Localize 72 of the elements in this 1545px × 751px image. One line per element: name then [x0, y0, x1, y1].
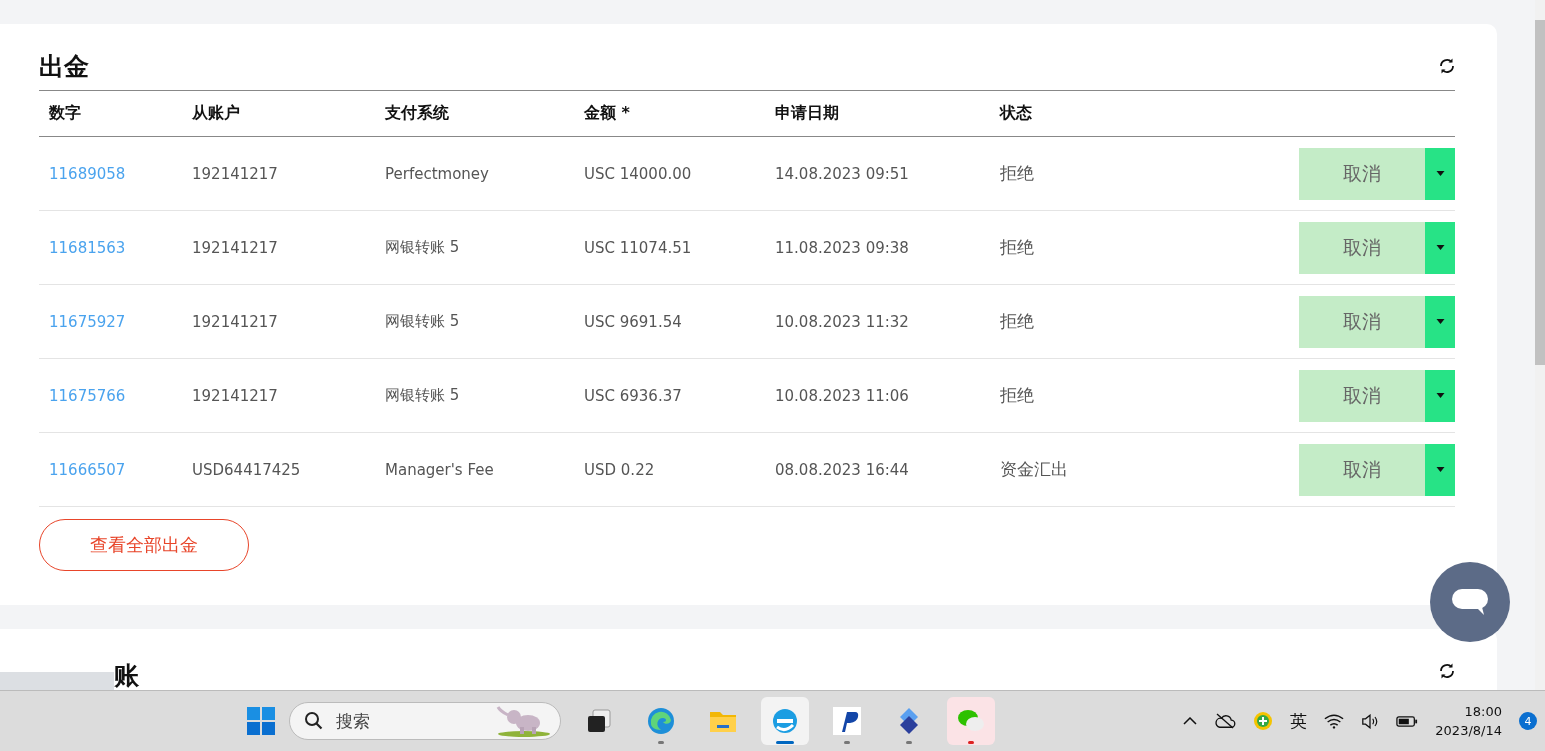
speaker-icon[interactable] [1361, 713, 1380, 729]
table-cell-text: 192141217 [192, 164, 279, 183]
wifi-icon[interactable] [1324, 713, 1345, 729]
table-cell-text: 11.08.2023 09:38 [775, 238, 910, 257]
elephant-icon [496, 705, 552, 737]
window-stack-icon [585, 707, 613, 735]
cancel-button[interactable]: 取消 [1299, 295, 1425, 348]
search-bar[interactable]: 搜索 [289, 702, 561, 740]
chevron-up-icon[interactable] [1183, 717, 1198, 725]
table-cell-text: 网银转账 5 [385, 238, 461, 257]
withdrawal-number-link[interactable]: 11675927 [49, 312, 192, 331]
cancel-button[interactable]: 取消 [1299, 369, 1425, 422]
table-cell-text: 08.08.2023 16:44 [775, 460, 910, 479]
cancel-button[interactable]: 取消 [1299, 221, 1425, 274]
refresh-icon[interactable] [1437, 56, 1457, 76]
table-cell-text: 网银转账 5 [385, 312, 461, 331]
table-cell-text: 拒绝 [1000, 162, 1035, 185]
table-cell-text: USC 11074.51 [584, 238, 693, 257]
section-title: 账 [114, 659, 139, 690]
table-cell-text: 192141217 [192, 312, 279, 331]
table-cell-text: USC 14000.00 [584, 164, 693, 183]
e-letter-icon [771, 707, 799, 735]
withdrawal-number-link[interactable]: 11689058 [49, 164, 192, 183]
column-header: 数字 [49, 103, 82, 124]
table-cell-text: 10.08.2023 11:06 [775, 386, 910, 405]
table-cell-text: 拒绝 [1000, 310, 1035, 333]
column-header: 金额 * [584, 103, 631, 124]
start-icon[interactable] [247, 707, 275, 735]
battery-icon[interactable] [1396, 715, 1419, 727]
caret-icon [1435, 245, 1445, 250]
cancel-button[interactable]: 取消 [1299, 147, 1425, 200]
column-header: 支付系统 [385, 103, 450, 124]
slanted-p-icon [833, 707, 861, 735]
table-cell-text: Perfectmoney [385, 164, 490, 183]
notification-badge[interactable]: 4 [1519, 712, 1537, 730]
column-header: 从账户 [192, 103, 241, 124]
column-header: 状态 [1000, 103, 1033, 124]
table-cell-text: USC 9691.54 [584, 312, 683, 331]
view-all-button[interactable]: 查看全部出金 [39, 519, 249, 571]
plus-circle-icon[interactable] [1253, 711, 1274, 731]
table-cell-text: 资金汇出 [1000, 458, 1069, 481]
table-cell-text: 192141217 [192, 386, 279, 405]
search-input[interactable]: 搜索 [334, 710, 486, 732]
withdrawal-number-link[interactable]: 11666507 [49, 460, 192, 479]
browser-icon [647, 707, 675, 735]
table-cell-text: USD 0.22 [584, 460, 656, 479]
withdrawal-number-link[interactable]: 11675766 [49, 386, 192, 405]
clock-date[interactable]: 2023/8/14 [1435, 721, 1502, 740]
cancel-button[interactable]: 取消 [1299, 443, 1425, 496]
caret-icon [1435, 319, 1445, 324]
search-icon [304, 711, 324, 731]
chat-bubble-icon [1450, 587, 1490, 617]
table-cell-text: Manager's Fee [385, 460, 495, 479]
table-cell-text: USC 6936.37 [584, 386, 683, 405]
withdrawal-number-link[interactable]: 11681563 [49, 238, 192, 257]
caret-icon [1435, 171, 1445, 176]
table-cell-text: 拒绝 [1000, 384, 1035, 407]
refresh-icon[interactable] [1437, 661, 1457, 681]
table-cell-text: 拒绝 [1000, 236, 1035, 259]
section-title: 出金 [39, 50, 89, 83]
table-cell-text: 10.08.2023 11:32 [775, 312, 910, 331]
caret-icon [1435, 393, 1445, 398]
table-cell-text: 192141217 [192, 238, 279, 257]
column-header: 申请日期 [775, 103, 840, 124]
table-cell-text: USD64417425 [192, 460, 302, 479]
scrollbar[interactable] [1535, 0, 1545, 690]
cloud-icon[interactable] [1214, 713, 1237, 729]
caret-icon [1435, 467, 1445, 472]
table-cell-text: 14.08.2023 09:51 [775, 164, 910, 183]
clock-time[interactable]: 18:00 [1464, 702, 1502, 721]
input-method-indicator[interactable]: 英 [1290, 709, 1308, 733]
table-cell-text: 网银转账 5 [385, 386, 461, 405]
